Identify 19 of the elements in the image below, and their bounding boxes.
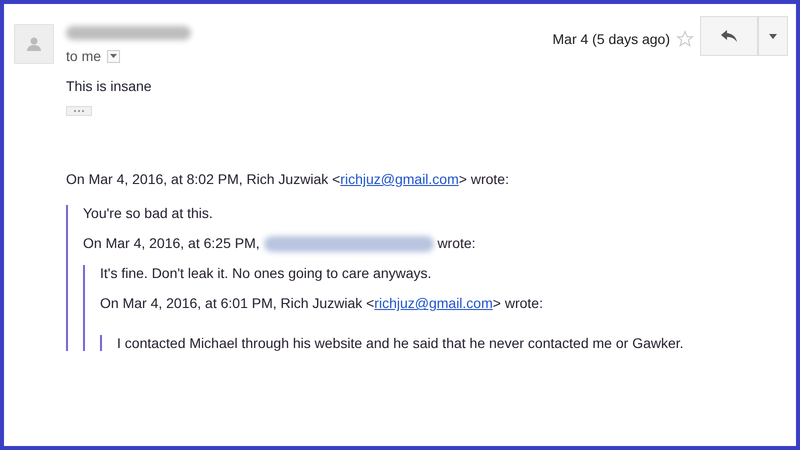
quoted-text: I contacted Michael through his website and he said that he never contacted me or Gawker. (117, 335, 685, 352)
attribution-line: On Mar 4, 2016, at 6:25 PM, wrote: (83, 235, 477, 252)
quoted-text: You're so bad at this. (83, 205, 214, 221)
attribution-line: On Mar 4, 2016, at 8:02 PM, Rich Juzwiak <richjuz@gmail.com> wrote: (66, 171, 510, 187)
email-link[interactable]: richjuz@gmail.com (340, 171, 459, 187)
details-dropdown[interactable] (107, 50, 120, 62)
email-link[interactable]: richjuz@gmail.com (374, 295, 493, 312)
attribution-line: On Mar 4, 2016, at 6:01 PM, Rich Juzwiak <richjuz@gmail.com> wrote: (100, 295, 544, 312)
show-trimmed-button[interactable] (66, 106, 92, 116)
caret-icon (769, 34, 777, 38)
quoted-text: It's fine. Don't leak it. No ones going to care anyways. (100, 265, 432, 282)
star-icon[interactable] (676, 30, 694, 48)
recipient-label: to me (66, 48, 102, 64)
message-body: This is insane (66, 78, 153, 94)
caret-icon (110, 54, 118, 58)
message-date: Mar 4 (5 days ago) (552, 31, 670, 47)
reply-icon (721, 30, 737, 42)
avatar-icon (14, 24, 54, 64)
reply-button[interactable] (700, 16, 758, 56)
